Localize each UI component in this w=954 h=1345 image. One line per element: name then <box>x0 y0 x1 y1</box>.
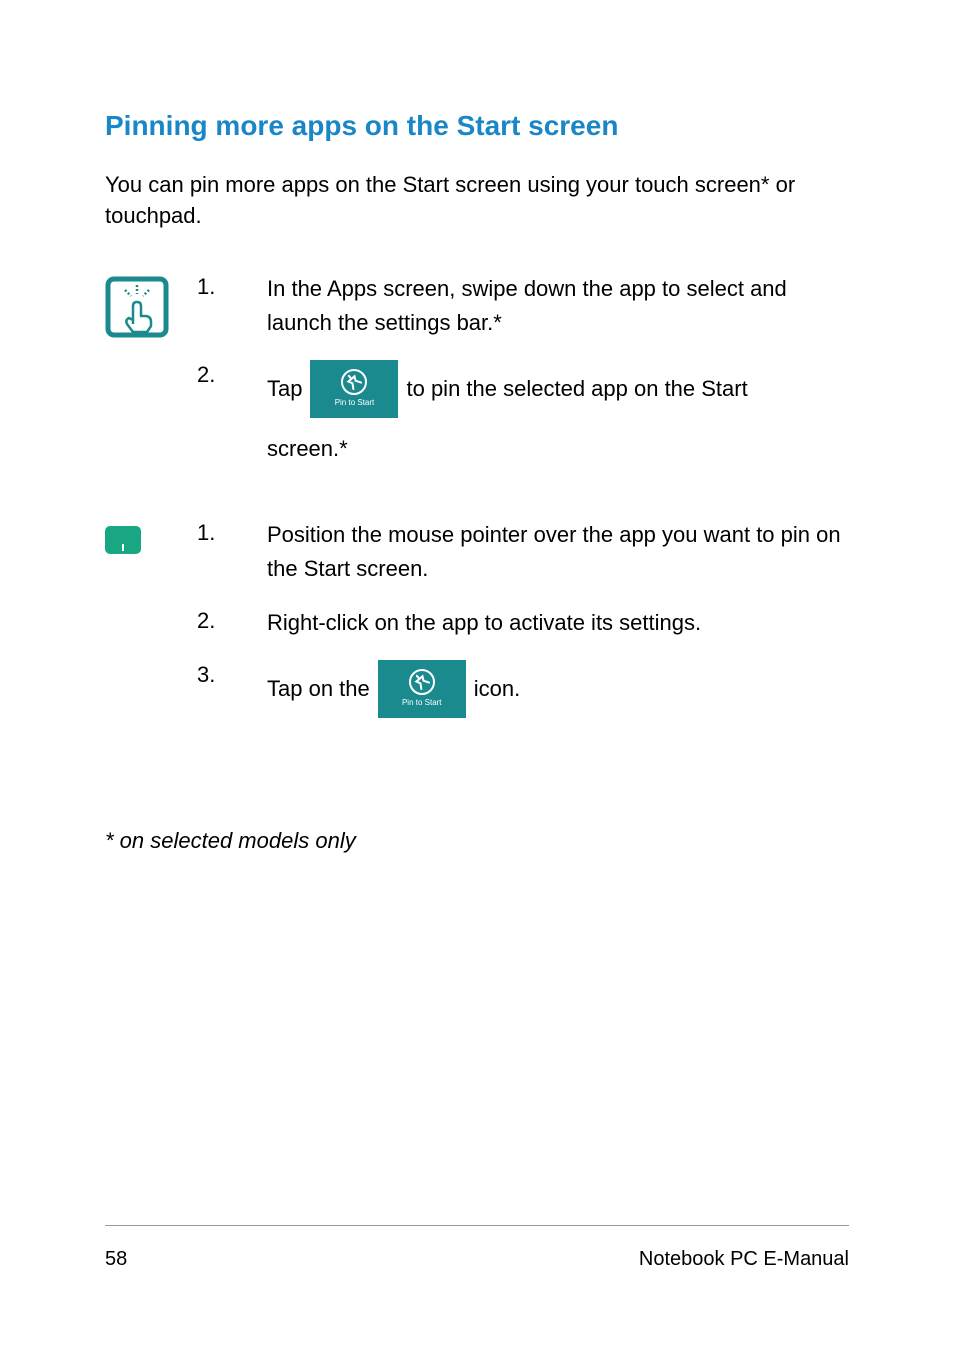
page-footer: 58 Notebook PC E-Manual <box>105 1225 849 1271</box>
page-number: 58 <box>105 1248 127 1271</box>
step-text-pre: Tap <box>267 372 302 406</box>
pin-to-start-icon: Pin to Start <box>310 360 398 418</box>
step-number: 1. <box>197 272 267 340</box>
touchpad-step-1: 1. Position the mouse pointer over the a… <box>197 518 849 586</box>
step-number: 3. <box>197 660 267 718</box>
step-text-post: icon. <box>474 672 520 706</box>
pin-to-start-label: Pin to Start <box>402 697 442 709</box>
touch-step-1: 1. In the Apps screen, swipe down the ap… <box>197 272 849 340</box>
step-text-post: to pin the selected app on the Start <box>406 372 747 406</box>
step-text: In the Apps screen, swipe down the app t… <box>267 272 849 340</box>
pin-to-start-icon: Pin to Start <box>378 660 466 718</box>
touchscreen-icon <box>105 276 197 343</box>
touchpad-step-2: 2. Right-click on the app to activate it… <box>197 606 849 640</box>
touch-section: 1. In the Apps screen, swipe down the ap… <box>105 272 849 486</box>
touchpad-icon <box>105 526 141 554</box>
step-text: Right-click on the app to activate its s… <box>267 606 849 640</box>
touchpad-step-3: 3. Tap on the Pin to Start icon. <box>197 660 849 718</box>
touch-step-2: 2. Tap Pin to Start to pin the selected … <box>197 360 849 466</box>
step-text-continuation: screen.* <box>267 432 849 466</box>
step-number: 2. <box>197 606 267 640</box>
touchpad-section: 1. Position the mouse pointer over the a… <box>105 518 849 738</box>
step-number: 1. <box>197 518 267 586</box>
intro-paragraph: You can pin more apps on the Start scree… <box>105 170 849 232</box>
footnote: * on selected models only <box>105 828 849 854</box>
section-heading: Pinning more apps on the Start screen <box>105 110 849 142</box>
step-text-pre: Tap on the <box>267 672 370 706</box>
step-number: 2. <box>197 360 267 466</box>
step-text: Position the mouse pointer over the app … <box>267 518 849 586</box>
footer-title: Notebook PC E-Manual <box>639 1248 849 1271</box>
pin-to-start-label: Pin to Start <box>335 397 375 409</box>
